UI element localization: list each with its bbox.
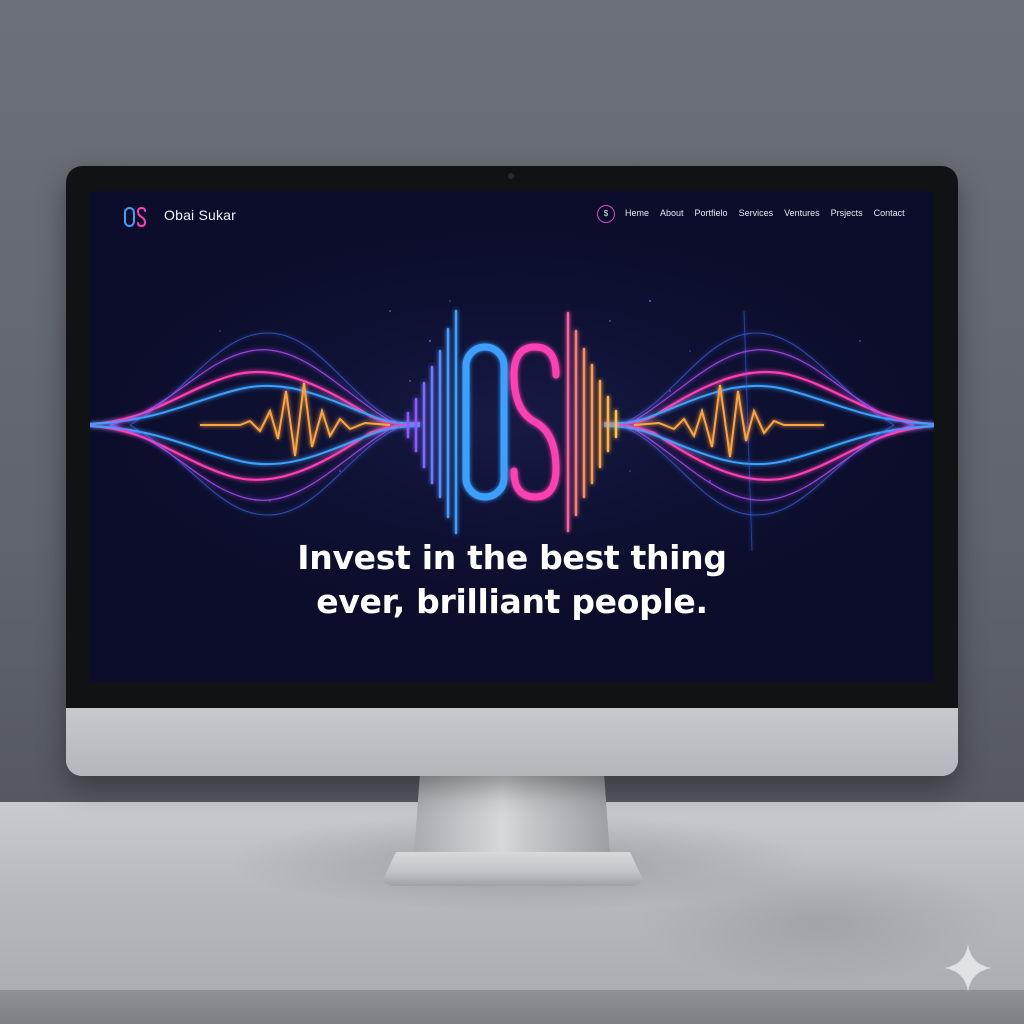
hero-headline-line-1: Invest in the best thing — [297, 538, 727, 577]
brand-logo-icon[interactable] — [112, 201, 160, 233]
camera-icon — [508, 173, 514, 179]
brand-name[interactable]: Obai Sukar — [164, 207, 236, 223]
hero-headline: Invest in the best thing ever, brilliant… — [90, 536, 934, 624]
monitor-bezel: Obai Sukar $ Heme About Portfielo Servic… — [66, 166, 958, 708]
nav-link-about[interactable]: About — [660, 208, 684, 218]
nav-link-ventures[interactable]: Ventures — [784, 208, 820, 218]
monitor-chin — [66, 708, 958, 776]
scene: Obai Sukar $ Heme About Portfielo Servic… — [0, 0, 1024, 1024]
nav-link-portfolio[interactable]: Portfielo — [695, 208, 728, 218]
currency-icon-button[interactable]: $ — [597, 205, 615, 223]
top-navigation: Obai Sukar $ Heme About Portfielo Servic… — [90, 191, 934, 241]
website-screen: Obai Sukar $ Heme About Portfielo Servic… — [90, 191, 934, 682]
nav-link-services[interactable]: Services — [739, 208, 774, 218]
monitor: Obai Sukar $ Heme About Portfielo Servic… — [66, 166, 958, 776]
sparkle-icon — [944, 944, 992, 992]
soundwave-hero-graphic — [90, 299, 934, 552]
nav-link-contact[interactable]: Contact — [874, 208, 905, 218]
desk-front-edge — [0, 990, 1024, 1024]
nav-links: Heme About Portfielo Services Ventures P… — [625, 208, 916, 218]
nav-link-home[interactable]: Heme — [625, 208, 649, 218]
nav-link-projects[interactable]: Prsjects — [831, 208, 863, 218]
hero-headline-line-2: ever, brilliant people. — [316, 582, 708, 621]
monitor-stand-neck — [414, 774, 610, 856]
monitor-stand-base — [380, 852, 646, 886]
